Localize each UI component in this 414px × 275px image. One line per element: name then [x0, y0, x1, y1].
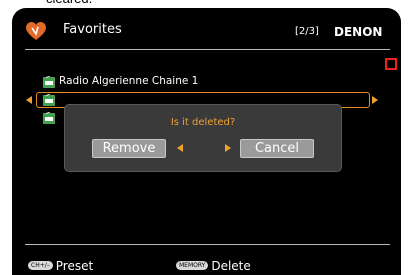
status-indicator-red	[385, 58, 397, 70]
heart-icon	[26, 22, 46, 40]
delete-confirm-dialog: Is it deleted? Remove Cancel	[64, 104, 342, 172]
header: Favorites [2/3] DENON	[12, 8, 401, 51]
footer-preset-hint: CH+/– Preset	[28, 255, 93, 273]
radio-station-icon	[43, 76, 55, 88]
remote-key-badge: CH+/–	[28, 261, 53, 270]
page-indicator: [2/3]	[295, 26, 319, 37]
arrow-right-icon	[225, 144, 231, 152]
radio-station-icon	[43, 112, 55, 124]
remove-button[interactable]: Remove	[92, 139, 166, 158]
remote-key-badge: MEMORY	[176, 261, 209, 270]
page-title: Favorites	[63, 22, 122, 37]
brand-logo: DENON	[334, 25, 383, 39]
arrow-left-icon	[177, 144, 183, 152]
footer-divider	[25, 244, 390, 245]
list-item-label: Radio Algerienne Chaine 1	[59, 75, 199, 87]
footer-delete-hint: MEMORY Delete	[176, 255, 251, 273]
screen: cleared. Favorites [2/3] DENON Radio Alg…	[0, 0, 414, 275]
arrow-right-icon[interactable]	[372, 96, 378, 104]
arrow-left-icon[interactable]	[26, 96, 32, 104]
preset-label: Preset	[55, 258, 94, 273]
tv-display: Favorites [2/3] DENON Radio Algerienne C…	[12, 8, 401, 275]
clipped-text-fragment: cleared.	[0, 0, 414, 8]
delete-label: Delete	[211, 258, 251, 273]
header-divider	[25, 49, 390, 50]
dialog-question: Is it deleted?	[170, 117, 236, 128]
cancel-button[interactable]: Cancel	[240, 139, 314, 158]
